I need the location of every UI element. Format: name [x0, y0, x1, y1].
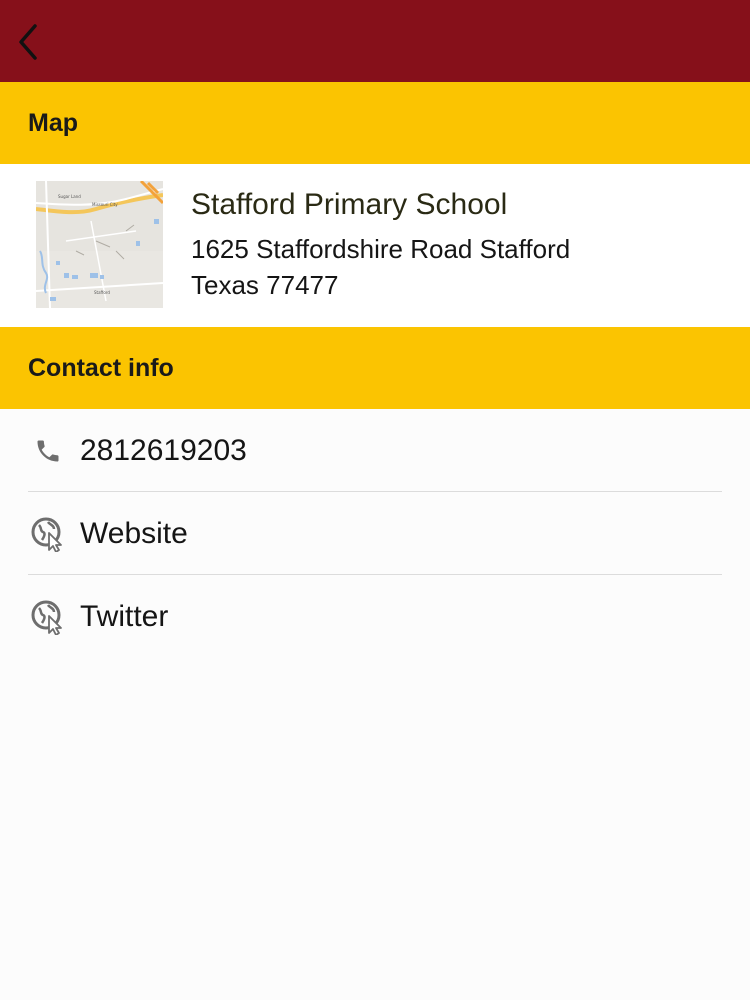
- map-section-header: Map: [0, 82, 750, 164]
- school-name: Stafford Primary School: [191, 188, 508, 221]
- contact-row-twitter[interactable]: Twitter: [28, 575, 722, 658]
- phone-icon: [28, 431, 68, 471]
- globe-cursor-icon: [28, 597, 68, 637]
- map-label-missouri-city: Missouri City: [92, 202, 118, 207]
- address-line-2: Texas 77477: [191, 270, 339, 300]
- map-label-sugar-land: Sugar Land: [58, 194, 81, 199]
- globe-cursor-icon: [28, 514, 68, 554]
- map-thumbnail[interactable]: Missouri City Sugar Land Stafford: [35, 179, 165, 309]
- map-label-stafford: Stafford: [94, 290, 110, 295]
- back-button[interactable]: [8, 18, 48, 66]
- address-line-1: 1625 Staffordshire Road Stafford: [191, 234, 571, 264]
- contact-header-label: Contact info: [28, 353, 174, 382]
- website-link: Website: [80, 516, 188, 550]
- top-navigation-bar: [0, 0, 750, 82]
- contact-row-phone[interactable]: 2812619203: [28, 409, 722, 492]
- map-section: Missouri City Sugar Land Stafford Staffo…: [0, 164, 750, 327]
- map-header-label: Map: [28, 108, 78, 137]
- twitter-link: Twitter: [80, 599, 169, 633]
- map-image: Missouri City Sugar Land Stafford: [35, 179, 165, 309]
- contact-info-section-header: Contact info: [0, 327, 750, 409]
- chevron-left-icon: [19, 24, 37, 60]
- contact-row-website[interactable]: Website: [28, 492, 722, 575]
- phone-number: 2812619203: [80, 433, 247, 467]
